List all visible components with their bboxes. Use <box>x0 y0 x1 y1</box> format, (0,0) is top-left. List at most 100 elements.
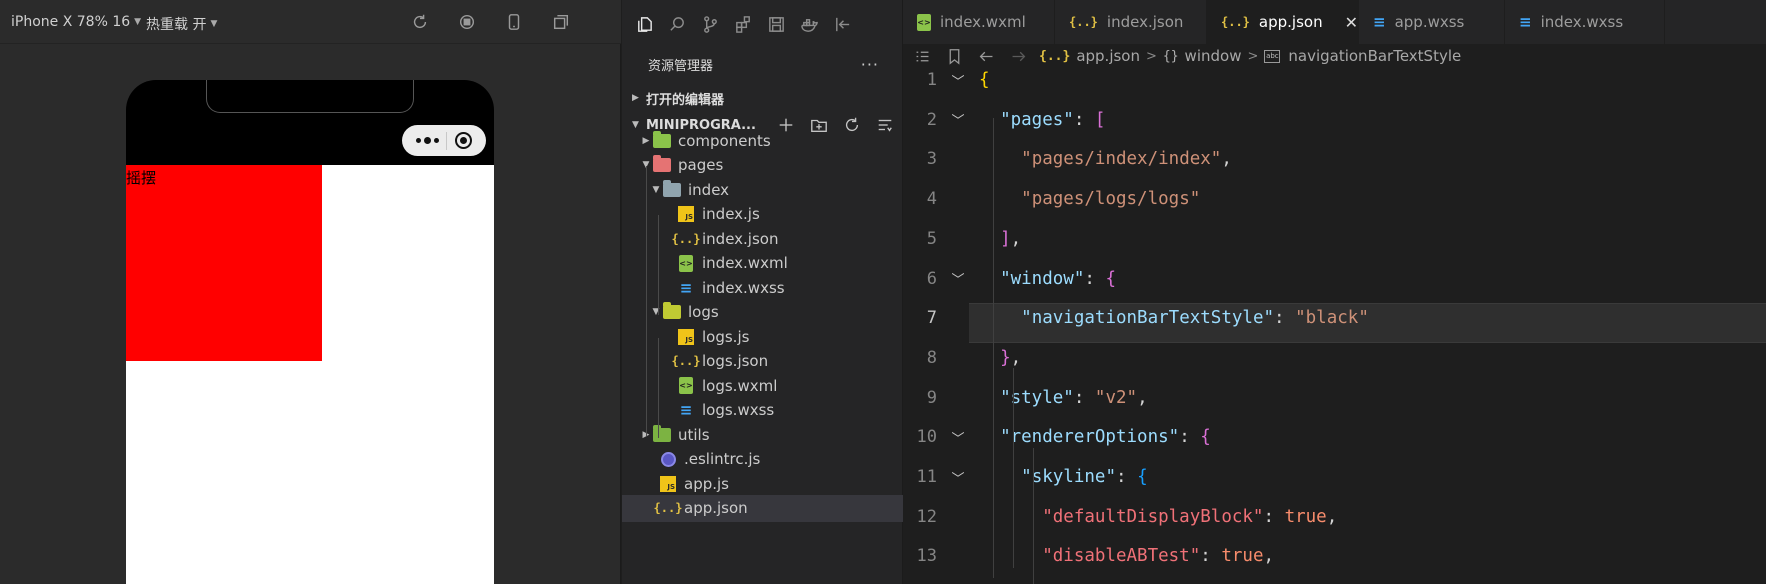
tree-folder-index[interactable]: ▼ index <box>622 176 903 203</box>
collapse-panel-icon[interactable] <box>832 14 852 34</box>
stop-icon[interactable] <box>457 12 477 32</box>
search-icon[interactable] <box>667 14 687 34</box>
css-file-icon: ≡ <box>1373 13 1386 31</box>
tree-item-label: logs.js <box>702 327 750 346</box>
js-file-icon: JS <box>658 475 678 493</box>
tree-folder-utils[interactable]: ▶utils <box>622 421 903 448</box>
capsule-menu[interactable] <box>402 125 486 156</box>
code-text: "pages": [ <box>979 110 1105 130</box>
tree-folder-logs[interactable]: ▼ logs <box>622 299 903 326</box>
tab-label: app.json <box>1258 13 1323 31</box>
indent-guide <box>646 166 647 436</box>
tree-file[interactable]: ≡ index.wxss <box>622 274 903 301</box>
simulator-toolbar: iPhone X 78% 16 ▼ 热重载 开 ▼ <box>0 0 621 44</box>
line-number: 12 <box>916 506 937 527</box>
tree-item-label: pages <box>678 156 724 174</box>
code-token: "navigationBarTextStyle" <box>1021 308 1275 329</box>
tab-app-wxss[interactable]: ≡ app.wxss <box>1359 0 1505 44</box>
code-token: { <box>979 70 990 90</box>
tab-index-wxml[interactable]: <> index.wxml <box>903 0 1055 44</box>
tree-file[interactable]: ≡ logs.wxss <box>622 397 903 424</box>
capsule-divider <box>446 131 448 150</box>
fold-chevron-icon[interactable]: ﹀ <box>937 110 979 129</box>
tree-item-label: index.js <box>702 205 760 223</box>
code-token: : <box>1073 387 1095 408</box>
extensions-icon[interactable] <box>733 14 753 34</box>
docker-icon[interactable] <box>799 14 819 34</box>
code-token: "pages/logs/logs" <box>1021 189 1201 210</box>
tab-index-json[interactable]: {..} index.json <box>1055 0 1207 44</box>
source-control-icon[interactable] <box>700 14 720 34</box>
tree-file[interactable]: .eslintrc.js <box>622 446 903 473</box>
code-editor[interactable]: 1 ﹀{2 ﹀ "pages": [3 "pages/index/index", 4 … <box>903 68 1766 584</box>
folder-icon <box>662 179 682 199</box>
tree-file[interactable]: JS index.js <box>622 201 903 228</box>
code-token: true <box>1284 506 1327 527</box>
code-line[interactable]: 4 "pages/logs/logs" <box>903 179 1766 219</box>
line-number: 7 <box>926 308 937 329</box>
code-line[interactable]: 5 ], <box>903 219 1766 259</box>
code-text: "navigationBarTextStyle": "black" <box>979 308 1369 328</box>
code-line[interactable]: 8 }, <box>903 338 1766 378</box>
explorer-panel: 资源管理器 ··· ▶ 打开的编辑器 ▼ MINIPROGRA... ▶ comp… <box>622 0 903 584</box>
tree-file[interactable]: <> index.wxml <box>622 250 903 277</box>
line-number: 5 <box>926 228 937 249</box>
tree-folder-components[interactable]: ▶ components <box>622 127 903 154</box>
code-line[interactable]: 2 ﹀ "pages": [ <box>903 100 1766 140</box>
code-line[interactable]: 1 ﹀{ <box>903 60 1766 100</box>
more-dots-icon[interactable] <box>415 137 439 144</box>
indent-guide <box>1013 368 1014 568</box>
code-text: "style": "v2", <box>979 388 1148 408</box>
fold-chevron-icon[interactable]: ﹀ <box>937 468 979 487</box>
copy-window-icon[interactable] <box>551 12 571 32</box>
line-number: 11 <box>916 467 937 487</box>
fold-chevron-icon[interactable]: ﹀ <box>937 269 979 288</box>
tree-item-label: logs <box>688 303 719 321</box>
code-token: "disableABTest" <box>1042 546 1201 567</box>
tab-label: index.json <box>1106 13 1184 31</box>
json-file-icon: {..} <box>1221 15 1250 29</box>
tree-file[interactable]: {..} logs.json <box>622 348 903 375</box>
fold-chevron-icon[interactable]: ﹀ <box>937 71 979 90</box>
line-number: 9 <box>926 387 937 408</box>
tree-folder-pages[interactable]: ▼ pages <box>622 152 903 179</box>
tab-app-json[interactable]: {..} app.json ✕ <box>1207 0 1359 44</box>
hot-reload-select[interactable]: 热重载 开 ▼ <box>146 14 217 34</box>
fold-chevron-icon[interactable]: ﹀ <box>937 428 979 447</box>
js-file-icon: JS <box>676 328 696 346</box>
code-line[interactable]: 9 "style": "v2", <box>903 378 1766 418</box>
tree-file[interactable]: {..} app.json <box>622 494 903 522</box>
code-token: "skyline" <box>1021 467 1116 487</box>
page-text: 摇摆 <box>126 169 157 187</box>
device-select[interactable]: iPhone X 78% 16 ▼ <box>11 14 141 30</box>
tree-file[interactable]: JS logs.js <box>622 323 903 350</box>
code-line[interactable]: 3 "pages/index/index", <box>903 139 1766 179</box>
close-miniprogram-icon[interactable] <box>455 132 473 149</box>
activity-bar <box>622 0 903 48</box>
tree-item-label: index.json <box>702 229 779 248</box>
editor-panel: <> index.wxml {..} index.json {..} app.json ✕ ≡… <box>903 0 1766 584</box>
close-icon[interactable]: ✕ <box>1345 13 1358 32</box>
more-actions-icon[interactable]: ··· <box>861 55 879 74</box>
chevron-down-icon: ▼ <box>210 19 218 29</box>
tree-file[interactable]: {..} index.json <box>622 225 903 252</box>
open-editors-label: 打开的编辑器 <box>646 92 725 108</box>
files-icon[interactable] <box>634 14 654 34</box>
css-file-icon: ≡ <box>679 401 693 419</box>
code-token: "style" <box>1000 387 1074 408</box>
open-editors-section[interactable]: ▶ 打开的编辑器 <box>622 85 903 111</box>
tab-index-wxss[interactable]: ≡ index.wxss <box>1505 0 1665 44</box>
wxml-file-icon: <> <box>676 254 696 272</box>
refresh-icon[interactable] <box>410 12 430 32</box>
code-line[interactable]: 7 "navigationBarTextStyle": "black" <box>903 298 1766 338</box>
save-icon[interactable] <box>766 14 786 34</box>
indent-guide <box>1033 448 1034 584</box>
code-line[interactable]: 6 ﹀ "window": { <box>903 259 1766 299</box>
code-token: , <box>1010 228 1022 249</box>
folder-icon <box>652 130 672 150</box>
phone-icon[interactable] <box>504 12 524 32</box>
tree-file[interactable]: JS app.js <box>622 470 903 497</box>
tree-file[interactable]: <> logs.wxml <box>622 372 903 399</box>
